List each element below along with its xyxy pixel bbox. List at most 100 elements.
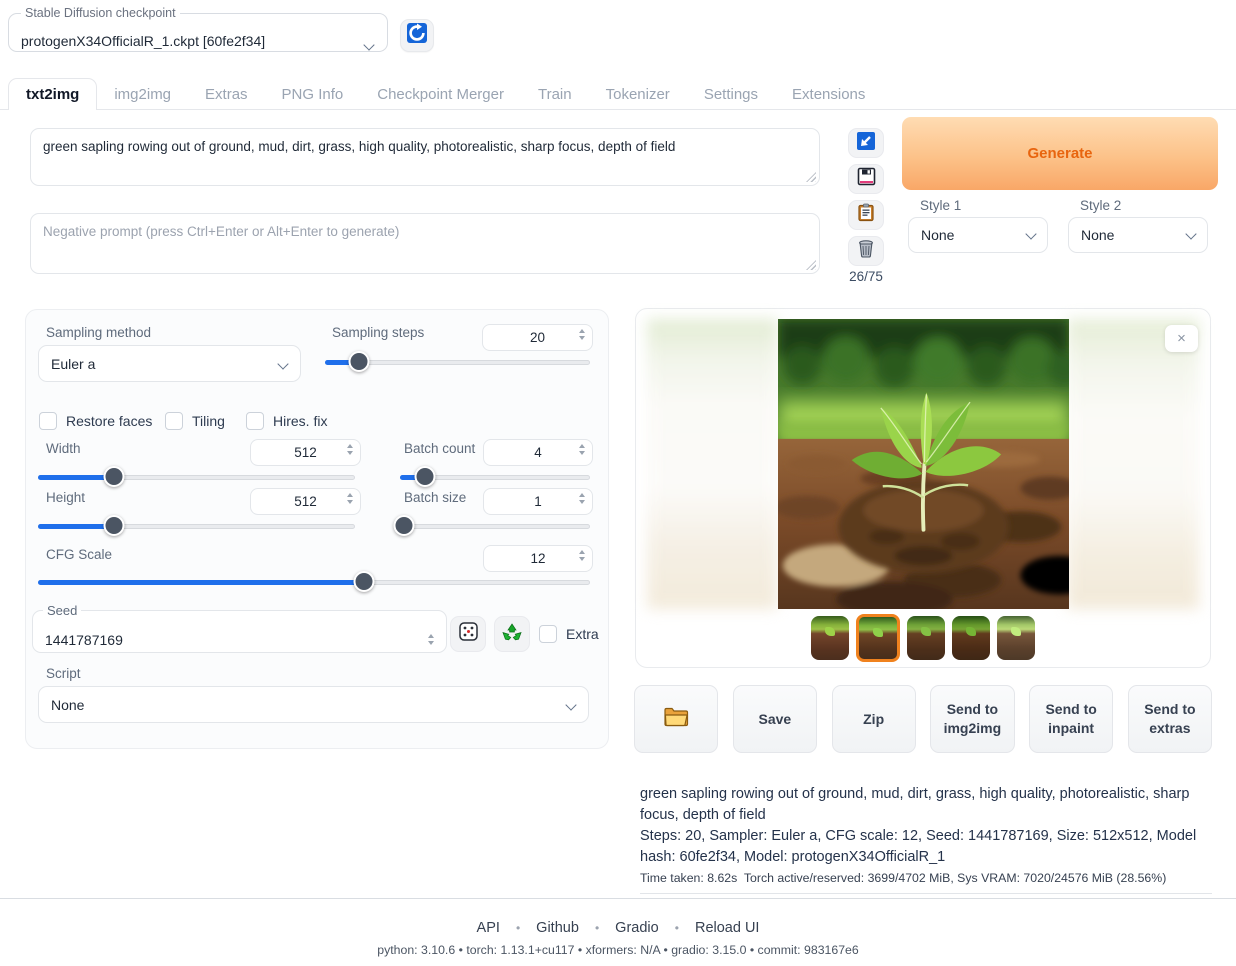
number-spinner[interactable] [579, 444, 585, 455]
cfg-scale-input[interactable]: 12 [483, 545, 593, 572]
sampling-steps-input[interactable]: 20 [482, 324, 593, 351]
number-spinner[interactable] [579, 329, 585, 340]
send-to-inpaint-button[interactable]: Send to inpaint [1029, 685, 1113, 753]
number-spinner[interactable] [579, 550, 585, 561]
thumbnail-2-selected[interactable] [856, 614, 900, 662]
resize-grip-icon[interactable] [806, 260, 816, 270]
bullet-separator: • [595, 921, 599, 935]
batch-size-input[interactable]: 1 [483, 488, 593, 515]
extra-seed-label: Extra [566, 626, 599, 642]
style1-value: None [921, 227, 954, 243]
tab-img2img[interactable]: img2img [97, 79, 188, 110]
checkpoint-dropdown[interactable]: Stable Diffusion checkpoint protogenX34O… [8, 6, 388, 52]
number-spinner[interactable] [428, 634, 434, 645]
zip-button[interactable]: Zip [832, 685, 916, 753]
thumbnail-5[interactable] [997, 616, 1035, 660]
chevron-down-icon [1185, 228, 1196, 239]
close-gallery-button[interactable]: × [1165, 325, 1198, 352]
sampling-method-label: Sampling method [46, 325, 151, 340]
read-generation-params-button[interactable] [848, 128, 884, 158]
generation-info-perf: Time taken: 8.62s Torch active/reserved:… [640, 871, 1212, 894]
send-to-extras-button[interactable]: Send to extras [1128, 685, 1212, 753]
save-button[interactable]: Save [733, 685, 817, 753]
sampling-method-value: Euler a [51, 356, 95, 372]
generate-button[interactable]: Generate [902, 117, 1218, 190]
negative-prompt-input[interactable]: Negative prompt (press Ctrl+Enter or Alt… [30, 213, 820, 274]
footer-link-api[interactable]: API [477, 920, 500, 936]
number-spinner[interactable] [347, 493, 353, 504]
batch-count-slider[interactable] [400, 466, 590, 488]
sampling-steps-slider[interactable] [325, 351, 590, 373]
script-label: Script [46, 666, 81, 681]
thumbnail-3[interactable] [907, 616, 945, 660]
height-input[interactable]: 512 [250, 488, 361, 515]
clipboard-icon [857, 203, 875, 227]
gallery-blur-right [1067, 319, 1199, 609]
dice-icon [458, 621, 479, 647]
open-folder-button[interactable] [634, 685, 718, 753]
tab-extensions[interactable]: Extensions [775, 79, 882, 110]
batch-count-label: Batch count [404, 441, 475, 456]
script-value: None [51, 697, 84, 713]
tiling-checkbox[interactable]: Tiling [165, 412, 225, 430]
footer-links: API • Github • Gradio • Reload UI [0, 920, 1236, 936]
tab-train[interactable]: Train [521, 79, 589, 110]
batch-size-value: 1 [534, 494, 542, 509]
width-input[interactable]: 512 [250, 439, 361, 466]
prompt-text: green sapling rowing out of ground, mud,… [43, 139, 675, 154]
batch-size-slider[interactable] [400, 515, 590, 537]
thumbnail-4[interactable] [952, 616, 990, 660]
number-spinner[interactable] [347, 444, 353, 455]
tab-bar: txt2img img2img Extras PNG Info Checkpoi… [8, 77, 882, 110]
thumbnail-1[interactable] [811, 616, 849, 660]
footer-link-gradio[interactable]: Gradio [615, 920, 659, 936]
style2-value: None [1081, 227, 1114, 243]
footer-divider [0, 898, 1236, 899]
tab-txt2img[interactable]: txt2img [8, 78, 97, 110]
tab-extras[interactable]: Extras [188, 79, 265, 110]
script-dropdown[interactable]: None [38, 686, 589, 723]
number-spinner[interactable] [579, 493, 585, 504]
seed-input[interactable]: Seed 1441787169 [32, 603, 447, 653]
cfg-scale-value: 12 [530, 551, 545, 566]
cfg-scale-slider[interactable] [38, 571, 590, 593]
output-gallery: × [635, 308, 1211, 668]
sampling-method-dropdown[interactable]: Euler a [38, 345, 301, 382]
apply-style-button[interactable] [848, 200, 884, 230]
width-value: 512 [294, 445, 317, 460]
save-style-button[interactable] [848, 164, 884, 194]
tab-png-info[interactable]: PNG Info [265, 79, 361, 110]
batch-count-input[interactable]: 4 [483, 439, 593, 466]
height-value: 512 [294, 494, 317, 509]
checkbox-icon[interactable] [165, 412, 183, 430]
checkbox-icon[interactable] [539, 625, 557, 643]
style1-dropdown[interactable]: None [908, 217, 1048, 253]
checkbox-icon[interactable] [246, 412, 264, 430]
tab-checkpoint-merger[interactable]: Checkpoint Merger [360, 79, 521, 110]
restore-faces-checkbox[interactable]: Restore faces [39, 412, 152, 430]
sampling-steps-value: 20 [530, 330, 545, 345]
send-to-img2img-button[interactable]: Send to img2img [930, 685, 1014, 753]
reuse-seed-button[interactable] [494, 616, 530, 652]
width-slider[interactable] [38, 466, 355, 488]
refresh-checkpoint-button[interactable] [400, 19, 434, 52]
arrow-lower-left-icon [856, 131, 876, 156]
generated-image[interactable] [778, 319, 1069, 609]
extra-seed-checkbox[interactable]: Extra [539, 625, 599, 643]
tab-tokenizer[interactable]: Tokenizer [589, 79, 687, 110]
gallery-blur-left [647, 319, 778, 609]
cfg-scale-label: CFG Scale [46, 547, 112, 562]
footer-link-reload-ui[interactable]: Reload UI [695, 920, 759, 936]
seed-label: Seed [43, 603, 81, 618]
style2-dropdown[interactable]: None [1068, 217, 1208, 253]
random-seed-button[interactable] [450, 616, 486, 652]
hires-fix-checkbox[interactable]: Hires. fix [246, 412, 327, 430]
tab-settings[interactable]: Settings [687, 79, 775, 110]
footer-link-github[interactable]: Github [536, 920, 579, 936]
tab-content-border [0, 109, 1236, 110]
checkbox-icon[interactable] [39, 412, 57, 430]
resize-grip-icon[interactable] [806, 172, 816, 182]
clear-prompt-button[interactable] [848, 236, 884, 266]
prompt-input[interactable]: green sapling rowing out of ground, mud,… [30, 128, 820, 186]
height-slider[interactable] [38, 515, 355, 537]
